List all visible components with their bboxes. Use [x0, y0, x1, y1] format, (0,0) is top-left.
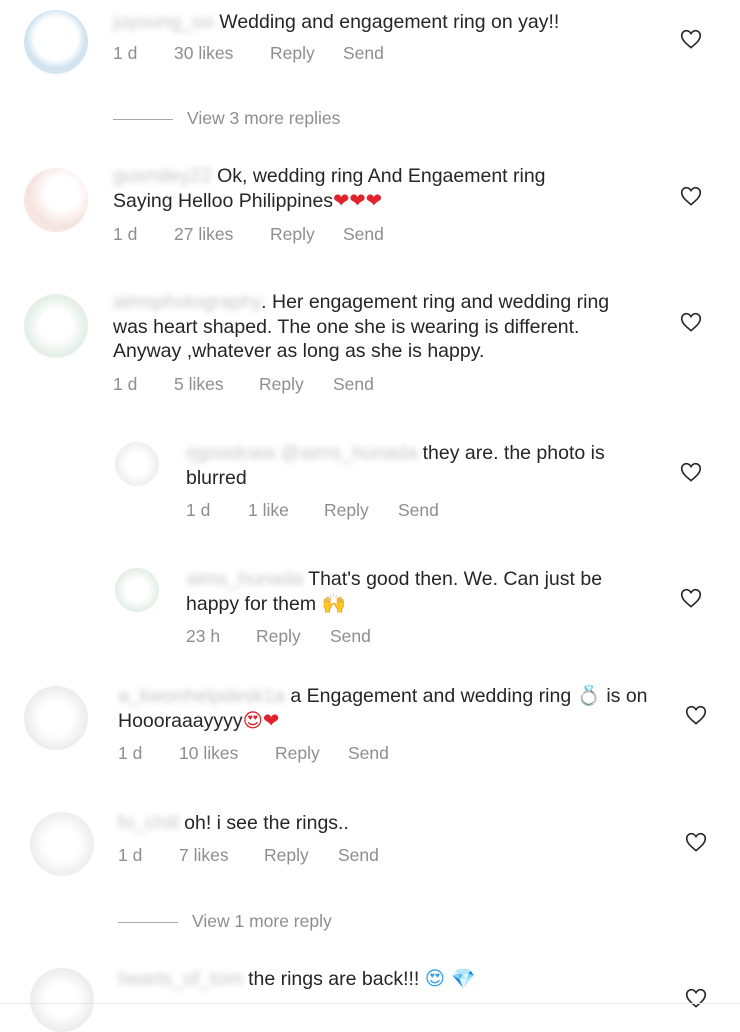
comment-text: happy for them	[186, 592, 317, 615]
comment-username[interactable]: gusmiley22	[113, 165, 212, 187]
send-button[interactable]: Send	[343, 224, 384, 245]
avatar[interactable]	[24, 168, 88, 232]
like-heart-icon[interactable]	[685, 832, 707, 852]
avatar[interactable]	[24, 10, 88, 74]
send-button[interactable]: Send	[348, 743, 389, 764]
reply-button[interactable]: Reply	[270, 43, 315, 64]
send-button[interactable]: Send	[398, 500, 439, 521]
comment-username[interactable]: fo_chill	[118, 812, 179, 834]
comment-text: Anyway ,whatever as long as she is happy…	[113, 340, 485, 362]
like-heart-icon[interactable]	[680, 588, 702, 608]
reply-button[interactable]: Reply	[270, 224, 315, 245]
like-heart-icon[interactable]	[680, 312, 702, 332]
comment-time: 1 d	[186, 500, 211, 520]
reply-button[interactable]: Reply	[256, 626, 301, 647]
heart-eyes-emoji: 😍❤	[242, 708, 280, 732]
comment-time: 1 d	[113, 374, 138, 394]
comment-time: 1 d	[118, 845, 143, 865]
comment-text: oh! i see the rings..	[184, 812, 349, 834]
comment-time: 1 d	[118, 743, 143, 763]
comment-text: Hoooraaayyyy	[118, 709, 243, 732]
red-heart-emoji: ❤❤❤	[333, 188, 383, 212]
reply-button[interactable]: Reply	[259, 374, 304, 395]
comment-text: Ok, wedding ring And Engaement ring	[217, 165, 546, 187]
comment-likes[interactable]: 10 likes	[179, 743, 238, 764]
divider-line	[113, 118, 173, 120]
comment-time: 1 d	[113, 43, 138, 63]
like-heart-icon[interactable]	[680, 29, 702, 49]
comment-time: 23 h	[186, 626, 221, 646]
send-button[interactable]: Send	[333, 374, 374, 395]
reply-button[interactable]: Reply	[324, 500, 369, 521]
avatar[interactable]	[24, 294, 88, 358]
comment-text: That's good then. We. Can just be	[308, 568, 603, 590]
comment-likes[interactable]: 7 likes	[179, 845, 229, 866]
comment-text: a Engagement and wedding ring	[290, 685, 572, 707]
reply-button[interactable]: Reply	[275, 743, 320, 764]
view-more-replies[interactable]: View 1 more reply	[118, 911, 332, 932]
comment-time: 1 d	[113, 224, 138, 244]
comment-username[interactable]: aimsphotography	[113, 291, 261, 313]
comment-text: Wedding and engagement ring on yay!!	[219, 11, 560, 33]
comment-text: . Her engagement ring and wedding ring	[261, 291, 610, 313]
avatar[interactable]	[30, 968, 94, 1032]
avatar[interactable]	[115, 568, 159, 612]
send-button[interactable]: Send	[338, 845, 379, 866]
comment-likes[interactable]: 30 likes	[174, 43, 233, 64]
comment-text: the rings are back!!!	[248, 968, 420, 990]
comment-text: they are. the photo is	[422, 442, 605, 464]
avatar[interactable]	[30, 812, 94, 876]
like-heart-icon[interactable]	[685, 988, 707, 1008]
send-button[interactable]: Send	[343, 43, 384, 64]
comment-username[interactable]: hearts_of_tom	[118, 968, 243, 990]
view-more-replies[interactable]: View 3 more replies	[113, 108, 340, 129]
comment-text: blurred	[186, 466, 247, 489]
send-button[interactable]: Send	[330, 626, 371, 647]
bottom-divider	[0, 1003, 740, 1004]
like-heart-icon[interactable]	[680, 462, 702, 482]
heart-eyes-diamond-emoji: 😍 💎	[424, 967, 476, 990]
comment-text: is on	[606, 685, 648, 707]
comment-username[interactable]: aims_hunada	[186, 568, 303, 590]
raising-hands-emoji: 🙌	[321, 591, 346, 615]
comment-username[interactable]: a_kwonhelpdesk1a	[118, 685, 285, 707]
divider-line	[118, 921, 178, 923]
comment-likes[interactable]: 27 likes	[174, 224, 233, 245]
comment-text: was heart shaped. The one she is wearing…	[113, 315, 580, 338]
avatar[interactable]	[115, 442, 159, 486]
comment-username[interactable]: juyoung_oo	[113, 11, 214, 33]
comment-username[interactable]: rjgoodcwa @aims_hunada	[186, 442, 417, 464]
reply-button[interactable]: Reply	[264, 845, 309, 866]
comment-likes[interactable]: 1 like	[248, 500, 289, 521]
ring-emoji: 💍	[576, 684, 601, 707]
like-heart-icon[interactable]	[685, 705, 707, 725]
comment-likes[interactable]: 5 likes	[174, 374, 224, 395]
like-heart-icon[interactable]	[680, 186, 702, 206]
avatar[interactable]	[24, 686, 88, 750]
comment-text: Saying Helloo Philippines	[113, 189, 334, 212]
